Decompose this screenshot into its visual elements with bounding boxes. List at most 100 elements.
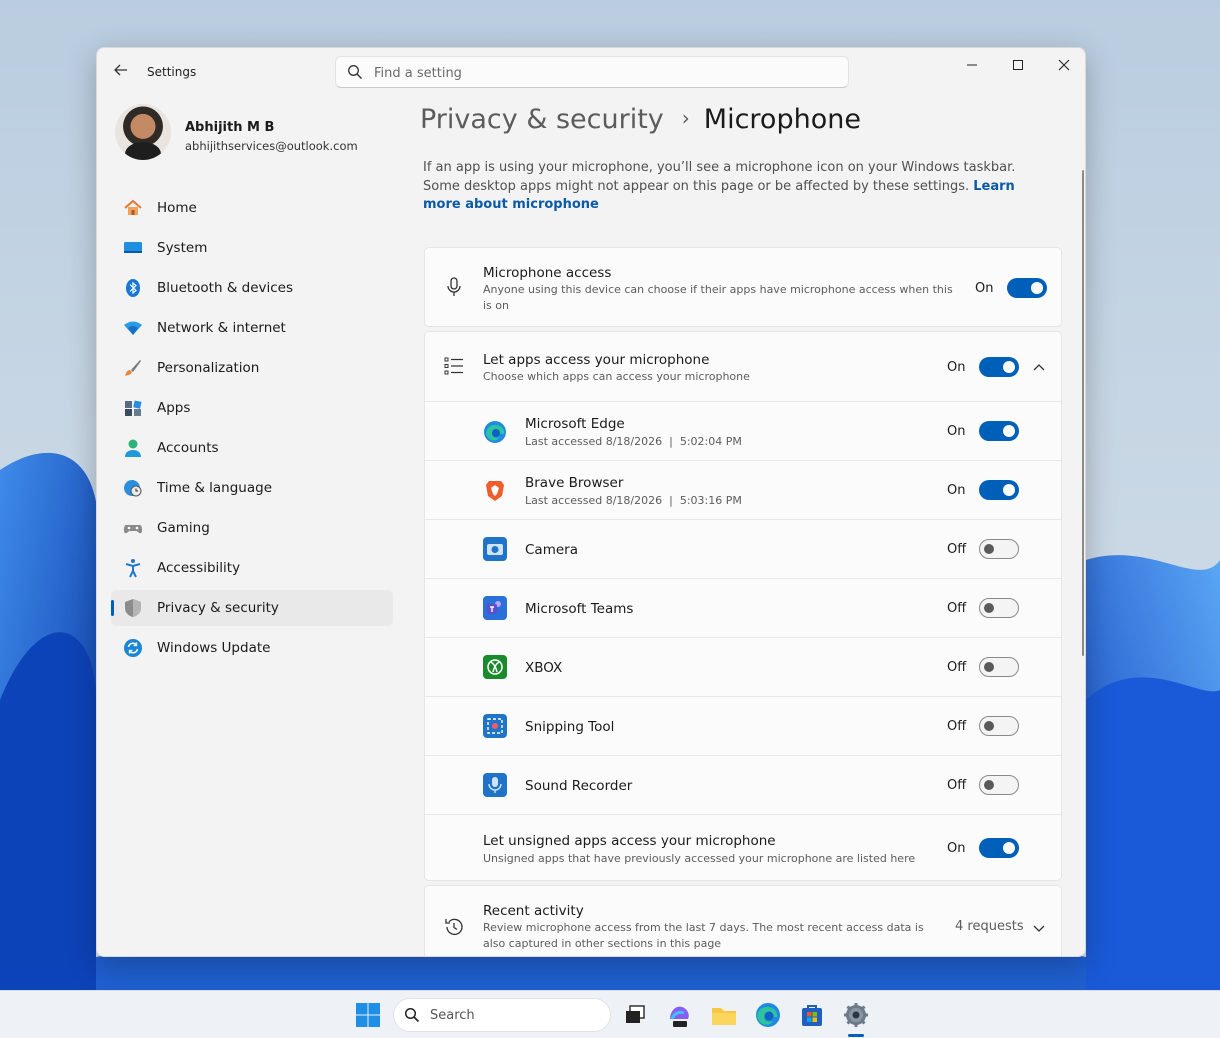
sidebar-item-home[interactable]: Home xyxy=(111,190,393,226)
app-row-xbox: XBOX Off xyxy=(425,637,1061,696)
shield-icon xyxy=(123,598,143,618)
snipping-tool-icon xyxy=(483,714,507,738)
history-icon xyxy=(443,916,465,938)
sidebar-item-network[interactable]: Network & internet xyxy=(111,310,393,346)
app-row-camera: Camera Off xyxy=(425,519,1061,578)
app-row-microsoft-teams: Microsoft Teams Off xyxy=(425,578,1061,637)
sidebar-item-personalization[interactable]: Personalization xyxy=(111,350,393,386)
apps-access-row[interactable]: Let apps access your microphone Choose w… xyxy=(425,332,1061,401)
breadcrumb-separator: › xyxy=(681,106,690,130)
minimize-button[interactable] xyxy=(949,52,995,82)
edge-icon xyxy=(756,1003,780,1027)
search-box[interactable] xyxy=(335,56,849,88)
settings-taskbar-button[interactable] xyxy=(840,999,872,1031)
controller-icon xyxy=(123,518,143,538)
sidebar-item-label: Windows Update xyxy=(157,640,271,656)
sound-recorder-icon xyxy=(483,773,507,797)
taskbar: Search xyxy=(0,990,1220,1038)
sidebar-item-time-language[interactable]: Time & language xyxy=(111,470,393,506)
active-app-indicator xyxy=(848,1034,864,1037)
sidebar-item-apps[interactable]: Apps xyxy=(111,390,393,426)
unsigned-apps-title: Let unsigned apps access your microphone xyxy=(483,833,776,849)
title-bar: Settings xyxy=(97,48,1085,96)
sidebar-item-label: Accounts xyxy=(157,440,219,456)
app-toggle[interactable] xyxy=(979,421,1019,441)
app-state: Off xyxy=(947,719,967,734)
microphone-access-row: Microphone access Anyone using this devi… xyxy=(425,248,1061,328)
store-button[interactable] xyxy=(796,999,828,1031)
sidebar-item-label: Apps xyxy=(157,400,191,416)
avatar xyxy=(115,104,171,160)
apps-access-toggle[interactable] xyxy=(979,357,1019,377)
close-button[interactable] xyxy=(1041,52,1085,82)
unsigned-apps-subtitle: Unsigned apps that have previously acces… xyxy=(483,852,916,865)
app-state: Off xyxy=(947,660,967,675)
settings-window: Settings Abhijith M B abhijithservices@o… xyxy=(96,47,1086,957)
list-icon xyxy=(443,355,465,377)
chevron-up-icon[interactable] xyxy=(1032,360,1046,374)
app-name: Snipping Tool xyxy=(525,719,615,735)
store-icon xyxy=(802,1005,822,1026)
maximize-button[interactable] xyxy=(995,52,1041,82)
microphone-access-title: Microphone access xyxy=(483,265,612,281)
app-name: Microsoft Teams xyxy=(525,601,634,617)
sidebar-item-accessibility[interactable]: Accessibility xyxy=(111,550,393,586)
apps-access-title: Let apps access your microphone xyxy=(483,352,710,368)
sidebar-item-privacy-security[interactable]: Privacy & security xyxy=(111,590,393,626)
page-title: Microphone xyxy=(703,104,861,135)
app-row-snipping-tool: Snipping Tool Off xyxy=(425,696,1061,755)
search-icon xyxy=(347,64,363,80)
maximize-icon xyxy=(1013,60,1023,70)
app-name: Camera xyxy=(525,542,578,558)
breadcrumb-parent[interactable]: Privacy & security xyxy=(420,104,664,135)
apps-icon xyxy=(123,398,143,418)
recent-activity-row[interactable]: Recent activity Review microphone access… xyxy=(425,886,1061,956)
page-description: If an app is using your microphone, you’… xyxy=(423,159,1033,215)
recent-activity-card[interactable]: Recent activity Review microphone access… xyxy=(424,885,1062,956)
chevron-down-icon[interactable] xyxy=(1032,920,1046,934)
home-icon xyxy=(123,198,143,218)
task-view-button[interactable] xyxy=(620,999,652,1031)
back-arrow-icon[interactable] xyxy=(111,62,131,82)
taskbar-search[interactable]: Search xyxy=(393,998,611,1032)
app-toggle[interactable] xyxy=(979,657,1019,677)
taskbar-search-label: Search xyxy=(430,1008,475,1023)
sidebar-item-label: Time & language xyxy=(157,480,273,496)
app-row-microsoft-edge: Microsoft Edge Last accessed 8/18/2026 |… xyxy=(425,401,1061,460)
sidebar-item-gaming[interactable]: Gaming xyxy=(111,510,393,546)
recent-activity-title: Recent activity xyxy=(483,903,584,919)
teams-icon xyxy=(483,596,507,620)
sidebar-item-accounts[interactable]: Accounts xyxy=(111,430,393,466)
search-input[interactable] xyxy=(374,63,814,83)
apps-access-state: On xyxy=(947,360,966,375)
description-text: If an app is using your microphone, you’… xyxy=(423,160,1016,194)
file-explorer-button[interactable] xyxy=(708,999,740,1031)
app-last-accessed: Last accessed 8/18/2026 | 5:02:04 PM xyxy=(525,435,742,448)
breadcrumb: Privacy & security › Microphone xyxy=(420,104,861,144)
microphone-access-toggle[interactable] xyxy=(1007,278,1047,298)
sidebar-item-bluetooth[interactable]: Bluetooth & devices xyxy=(111,270,393,306)
app-name: Microsoft Edge xyxy=(525,416,625,432)
app-toggle[interactable] xyxy=(979,539,1019,559)
sidebar-item-windows-update[interactable]: Windows Update xyxy=(111,630,393,666)
app-title: Settings xyxy=(147,65,197,79)
sidebar-item-system[interactable]: System xyxy=(111,230,393,266)
app-name: Sound Recorder xyxy=(525,778,633,794)
scrollbar[interactable] xyxy=(1082,170,1084,656)
app-name: Brave Browser xyxy=(525,475,624,491)
unsigned-apps-state: On xyxy=(947,841,966,856)
system-icon xyxy=(123,238,143,258)
app-toggle[interactable] xyxy=(979,480,1019,500)
app-name: XBOX xyxy=(525,660,563,676)
recent-activity-count: 4 requests xyxy=(955,919,1024,934)
start-button[interactable] xyxy=(352,999,384,1031)
unsigned-apps-toggle[interactable] xyxy=(979,838,1019,858)
user-profile[interactable]: Abhijith M B abhijithservices@outlook.co… xyxy=(115,104,395,164)
app-toggle[interactable] xyxy=(979,598,1019,618)
app-toggle[interactable] xyxy=(979,716,1019,736)
sidebar-item-label: Personalization xyxy=(157,360,260,376)
m365-copilot-button[interactable] xyxy=(664,999,696,1031)
folder-icon xyxy=(712,1008,736,1025)
edge-taskbar-button[interactable] xyxy=(752,999,784,1031)
app-toggle[interactable] xyxy=(979,775,1019,795)
